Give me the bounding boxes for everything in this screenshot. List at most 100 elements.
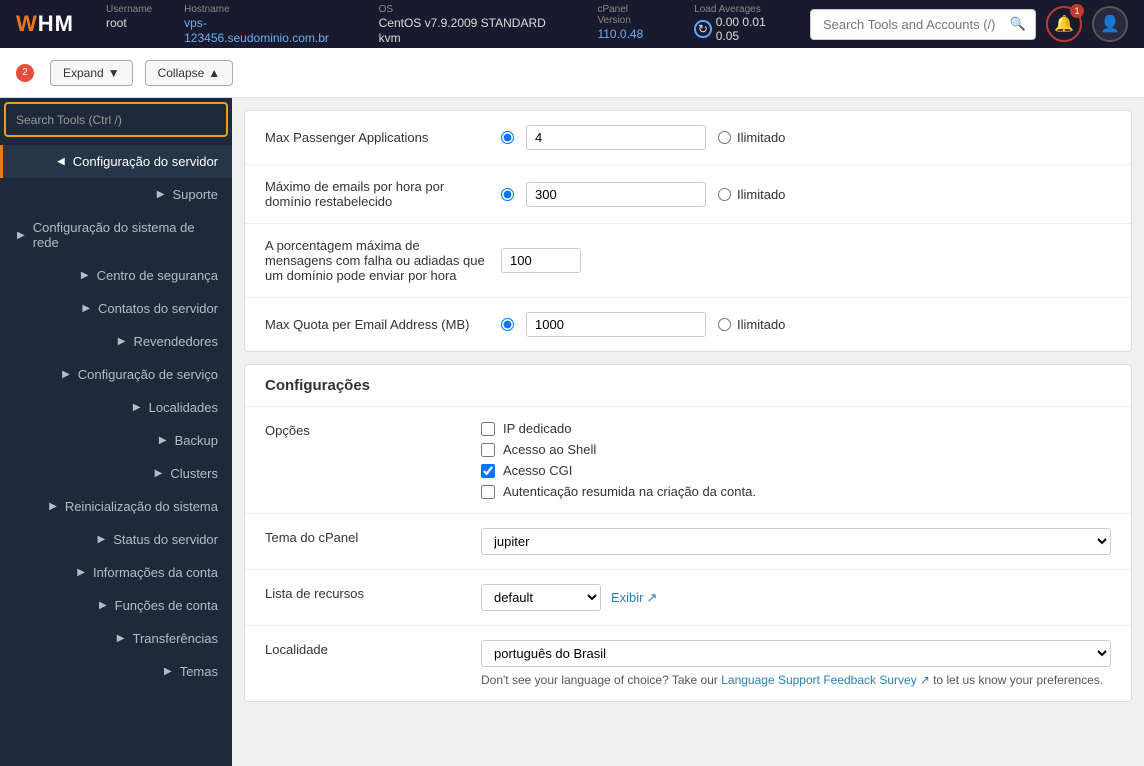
quota-radio-unlimited[interactable] [718,318,731,331]
tema-controls: jupiter [481,528,1111,555]
acesso-cgi-checkbox[interactable] [481,464,495,478]
quota-radio-value[interactable] [501,318,514,331]
checkbox-acesso-cgi: Acesso CGI [481,463,1111,478]
expand-button[interactable]: Expand ▼ [50,60,133,86]
chevron-right-icon: ▶ [118,336,126,347]
passenger-input[interactable] [526,125,706,150]
config-row-recursos: Lista de recursos default Exibir ↗ [245,570,1131,626]
ip-dedicado-checkbox[interactable] [481,422,495,436]
recursos-select[interactable]: default [481,584,601,611]
sidebar: ▶ Configuração do servidor ▶ Suporte ▶ C… [0,98,232,766]
global-search-container: 🔍 [810,9,1036,40]
sidebar-item-localidades[interactable]: ▶ Localidades [0,391,232,424]
emails-controls: Ilimitado [501,182,1111,207]
secondary-bar: 2 Expand ▼ Collapse ▲ [0,48,1144,98]
sidebar-item-revendedores[interactable]: ▶ Revendedores [0,325,232,358]
acesso-cgi-label: Acesso CGI [503,463,572,478]
falha-controls [501,248,1111,273]
form-row-passenger: Max Passenger Applications Ilimitado [245,111,1131,165]
sidebar-item-servico[interactable]: ▶ Configuração de serviço [0,358,232,391]
chevron-up-icon: ▶ [57,156,65,167]
main-layout: ▶ Configuração do servidor ▶ Suporte ▶ C… [0,98,1144,766]
tema-label: Tema do cPanel [265,528,465,545]
chevron-right-icon: ▶ [82,303,90,314]
localidade-controls: português do Brasil Don't see your langu… [481,640,1111,687]
global-search-input[interactable] [810,9,1036,40]
chevron-right-icon: ▶ [133,402,141,413]
acesso-shell-checkbox[interactable] [481,443,495,457]
form-row-falha: A porcentagem máxima de mensagens com fa… [245,224,1131,298]
locale-note: Don't see your language of choice? Take … [481,673,1111,687]
autenticacao-checkbox[interactable] [481,485,495,499]
emails-radio-unlimited[interactable] [718,188,731,201]
user-menu-button[interactable]: 👤 [1092,6,1128,42]
passenger-radio-unlimited[interactable] [718,131,731,144]
emails-radio-value[interactable] [501,188,514,201]
opcoes-controls: IP dedicado Acesso ao Shell Acesso CGI A… [481,421,1111,499]
emails-input[interactable] [526,182,706,207]
config-row-opcoes: Opções IP dedicado Acesso ao Shell Acess… [245,407,1131,514]
chevron-right-icon: ▶ [164,666,172,677]
sidebar-item-temas[interactable]: ▶ Temas [0,655,232,688]
sidebar-item-clusters[interactable]: ▶ Clusters [0,457,232,490]
sidebar-item-configuracao-servidor[interactable]: ▶ Configuração do servidor [0,145,232,178]
sidebar-item-rede[interactable]: ▶ Configuração do sistema de rede [0,211,232,259]
sidebar-item-reinicializacao[interactable]: ▶ Reinicialização do sistema [0,490,232,523]
sidebar-item-suporte[interactable]: ▶ Suporte [0,178,232,211]
chevron-right-icon: ▶ [77,567,85,578]
sidebar-search-input[interactable] [16,113,216,127]
external-link-icon: ↗ [920,673,930,687]
notification-badge: 1 [1070,4,1084,18]
passenger-unlimited-group: Ilimitado [718,130,785,145]
falha-label: A porcentagem máxima de mensagens com fa… [265,238,485,283]
emails-unlimited-group: Ilimitado [718,187,785,202]
chevron-right-icon: ▶ [49,501,57,512]
load-icon: ↻ [694,20,712,38]
exibir-link[interactable]: Exibir ↗ [611,590,657,606]
sidebar-item-transferencias[interactable]: ▶ Transferências [0,622,232,655]
chevron-right-icon: ▶ [159,435,167,446]
checkbox-acesso-shell: Acesso ao Shell [481,442,1111,457]
meta-hostname: Hostname vps-123456.seudominio.com.br [184,4,346,45]
chevron-right-icon: ▶ [117,633,125,644]
passenger-radio-value[interactable] [501,131,514,144]
sidebar-item-seguranca[interactable]: ▶ Centro de segurança [0,259,232,292]
resources-row: default Exibir ↗ [481,584,1111,611]
passenger-label: Max Passenger Applications [265,130,485,145]
sidebar-item-status[interactable]: ▶ Status do servidor [0,523,232,556]
localidade-select[interactable]: português do Brasil [481,640,1111,667]
topbar-actions: 🔍 🔔 1 👤 [810,6,1128,42]
tema-select[interactable]: jupiter [481,528,1111,555]
quota-label: Max Quota per Email Address (MB) [265,317,485,332]
form-row-emails: Máximo de emails por hora por domínio re… [245,165,1131,224]
whm-logo: WHM [16,11,74,37]
recursos-label: Lista de recursos [265,584,465,601]
form-row-quota: Max Quota per Email Address (MB) Ilimita… [245,298,1131,351]
chevron-right-icon: ▶ [17,230,25,241]
configuracoes-card: Configurações Opções IP dedicado Acesso … [244,364,1132,702]
collapse-button[interactable]: Collapse ▲ [145,60,234,86]
notification-bell-button[interactable]: 🔔 1 [1046,6,1082,42]
quota-input[interactable] [526,312,706,337]
meta-load: Load Averages ↻ 0.00 0.01 0.05 [694,4,790,45]
chevron-right-icon: ▶ [62,369,70,380]
falha-input[interactable] [501,248,581,273]
meta-cpanel: cPanel Version 110.0.48 [597,4,662,45]
sidebar-item-contatos[interactable]: ▶ Contatos do servidor [0,292,232,325]
sidebar-nav: ▶ Configuração do servidor ▶ Suporte ▶ C… [0,141,232,766]
config-row-tema: Tema do cPanel jupiter [245,514,1131,570]
localidade-label: Localidade [265,640,465,657]
language-survey-link[interactable]: Language Support Feedback Survey ↗ [721,673,930,687]
chevron-right-icon: ▶ [157,189,165,200]
acesso-shell-label: Acesso ao Shell [503,442,596,457]
meta-os: OS CentOS v7.9.2009 STANDARD kvm [379,4,566,45]
sidebar-item-backup[interactable]: ▶ Backup [0,424,232,457]
configuracoes-title: Configurações [245,365,1131,407]
sidebar-item-funcoes[interactable]: ▶ Funções de conta [0,589,232,622]
content-area: Max Passenger Applications Ilimitado Máx… [232,98,1144,766]
chevron-right-icon: ▶ [98,534,106,545]
top-bar: WHM Username root Hostname vps-123456.se… [0,0,1144,48]
sidebar-item-informacoes[interactable]: ▶ Informações da conta [0,556,232,589]
chevron-right-icon: ▶ [99,600,107,611]
chevron-right-icon: ▶ [155,468,163,479]
